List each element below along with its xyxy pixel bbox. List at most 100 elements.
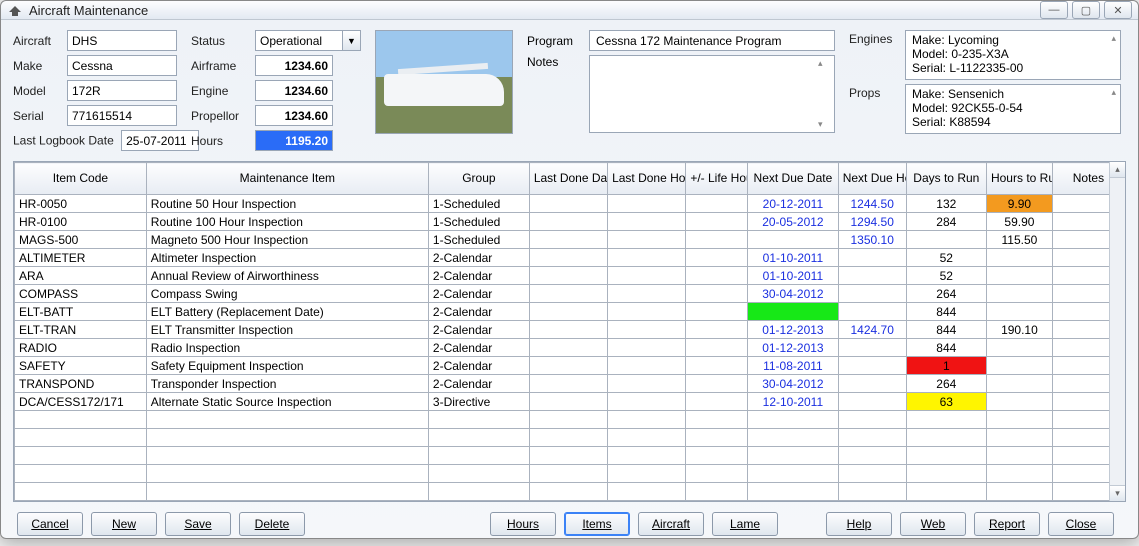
engines-line3: Serial: L-1122335-00 <box>912 61 1114 75</box>
table-row[interactable]: ARAAnnual Review of Airworthiness2-Calen… <box>15 267 1125 285</box>
engines-label: Engines <box>849 32 897 46</box>
table-row[interactable]: ELT-BATTELT Battery (Replacement Date)2-… <box>15 303 1125 321</box>
hours-button[interactable]: Hours <box>490 512 556 536</box>
lastlog-row: Last Logbook Date <box>13 130 177 151</box>
close-button[interactable]: Close <box>1048 512 1114 536</box>
model-input[interactable] <box>67 80 177 101</box>
titlebar: Aircraft Maintenance — ▢ ✕ <box>1 1 1138 20</box>
table-scrollbar[interactable]: ▴ ▾ <box>1109 162 1125 501</box>
help-button[interactable]: Help <box>826 512 892 536</box>
scroll-up-icon[interactable]: ▴ <box>1110 162 1125 178</box>
table-row[interactable]: SAFETYSafety Equipment Inspection2-Calen… <box>15 357 1125 375</box>
new-button[interactable]: New <box>91 512 157 536</box>
notes-textarea[interactable]: ▴▾ <box>589 55 835 133</box>
form-col-program: Program Notes ▴▾ <box>527 30 835 133</box>
table-row[interactable] <box>15 465 1125 483</box>
props-line3: Serial: K88594 <box>912 115 1114 129</box>
lastlog-input[interactable] <box>121 130 199 151</box>
notes-scroll-indicator: ▴▾ <box>818 58 832 130</box>
maximize-button[interactable]: ▢ <box>1072 1 1100 19</box>
lame-button[interactable]: Lame <box>712 512 778 536</box>
table-row[interactable]: ALTIMETERAltimeter Inspection2-Calendar0… <box>15 249 1125 267</box>
items-button[interactable]: Items <box>564 512 630 536</box>
window-title: Aircraft Maintenance <box>29 3 1040 18</box>
form-col-engines: Engines Make: Lycoming Model: 0-235-X3A … <box>849 30 1121 134</box>
engines-caret-icon: ▴ <box>1111 33 1116 44</box>
aircraft-photo <box>375 30 513 134</box>
props-box[interactable]: Make: Sensenich Model: 92CK55-0-54 Seria… <box>905 84 1121 134</box>
serial-label: Serial <box>13 109 61 123</box>
make-input[interactable] <box>67 55 177 76</box>
col-days-to-run[interactable]: Days to Run <box>906 163 986 195</box>
table-row[interactable] <box>15 429 1125 447</box>
lastlog-label: Last Logbook Date <box>13 134 114 148</box>
close-window-button[interactable]: ✕ <box>1104 1 1132 19</box>
scroll-down-icon[interactable]: ▾ <box>1110 485 1125 501</box>
engines-line1: Make: Lycoming <box>912 33 1114 47</box>
button-bar: Cancel New Save Delete Hours Items Aircr… <box>13 502 1126 546</box>
aircraft-label: Aircraft <box>13 34 61 48</box>
table-row[interactable] <box>15 411 1125 429</box>
table-row[interactable]: HR-0050Routine 50 Hour Inspection1-Sched… <box>15 195 1125 213</box>
col-last-done-date[interactable]: Last Done Date <box>529 163 607 195</box>
status-label: Status <box>191 34 249 48</box>
content-area: Aircraft Make Model Serial Last Logbook … <box>1 20 1138 546</box>
airframe-input[interactable] <box>255 55 333 76</box>
props-label: Props <box>849 86 897 100</box>
web-button[interactable]: Web <box>900 512 966 536</box>
props-line1: Make: Sensenich <box>912 87 1114 101</box>
table-header-row: Item Code Maintenance Item Group Last Do… <box>15 163 1125 195</box>
table-row[interactable] <box>15 447 1125 465</box>
delete-button[interactable]: Delete <box>239 512 305 536</box>
hours-label: Hours <box>191 134 249 148</box>
table-row[interactable]: TRANSPONDTransponder Inspection2-Calenda… <box>15 375 1125 393</box>
status-select[interactable] <box>255 30 343 51</box>
col-group[interactable]: Group <box>428 163 529 195</box>
serial-input[interactable] <box>67 105 177 126</box>
airframe-label: Airframe <box>191 59 249 73</box>
notes-label: Notes <box>527 55 581 69</box>
propellor-label: Propellor <box>191 109 249 123</box>
status-select-wrap: ▼ <box>255 30 361 51</box>
col-last-done-hours[interactable]: Last Done Hours <box>608 163 686 195</box>
engines-box[interactable]: Make: Lycoming Model: 0-235-X3A Serial: … <box>905 30 1121 80</box>
report-button[interactable]: Report <box>974 512 1040 536</box>
table-row[interactable]: HR-0100Routine 100 Hour Inspection1-Sche… <box>15 213 1125 231</box>
table-row[interactable]: RADIORadio Inspection2-Calendar01-12-201… <box>15 339 1125 357</box>
save-button[interactable]: Save <box>165 512 231 536</box>
model-label: Model <box>13 84 61 98</box>
col-maintenance-item[interactable]: Maintenance Item <box>146 163 428 195</box>
cancel-button[interactable]: Cancel <box>17 512 83 536</box>
props-line2: Model: 92CK55-0-54 <box>912 101 1114 115</box>
col-item-code[interactable]: Item Code <box>15 163 147 195</box>
col-life-hours[interactable]: +/- Life Hours <box>686 163 748 195</box>
engine-label: Engine <box>191 84 249 98</box>
table-row[interactable]: COMPASSCompass Swing2-Calendar30-04-2012… <box>15 285 1125 303</box>
form-area: Aircraft Make Model Serial Last Logbook … <box>13 30 1126 151</box>
table-row[interactable]: DCA/CESS172/171Alternate Static Source I… <box>15 393 1125 411</box>
col-next-due-hours[interactable]: Next Due Hours <box>838 163 906 195</box>
table-row[interactable]: MAGS-500Magneto 500 Hour Inspection1-Sch… <box>15 231 1125 249</box>
program-label: Program <box>527 34 581 48</box>
col-hours-to-run[interactable]: Hours to Run <box>986 163 1052 195</box>
table-row[interactable] <box>15 483 1125 501</box>
col-next-due-date[interactable]: Next Due Date <box>748 163 839 195</box>
app-window: Aircraft Maintenance — ▢ ✕ Aircraft Make… <box>0 0 1139 539</box>
engines-line2: Model: 0-235-X3A <box>912 47 1114 61</box>
engine-input[interactable] <box>255 80 333 101</box>
maintenance-table-wrap: Item Code Maintenance Item Group Last Do… <box>13 161 1126 502</box>
aircraft-input[interactable] <box>67 30 177 51</box>
status-dropdown-button[interactable]: ▼ <box>343 30 361 51</box>
form-col-identity: Aircraft Make Model Serial Last Logbook … <box>13 30 177 151</box>
program-input[interactable] <box>589 30 835 51</box>
minimize-button[interactable]: — <box>1040 1 1068 19</box>
maintenance-table[interactable]: Item Code Maintenance Item Group Last Do… <box>14 162 1125 501</box>
app-icon <box>7 2 23 18</box>
make-label: Make <box>13 59 61 73</box>
propellor-input[interactable] <box>255 105 333 126</box>
aircraft-button[interactable]: Aircraft <box>638 512 704 536</box>
form-col-hours: Status ▼ Airframe Engine Propellor Hours <box>191 30 361 151</box>
table-row[interactable]: ELT-TRANELT Transmitter Inspection2-Cale… <box>15 321 1125 339</box>
hours-input[interactable] <box>255 130 333 151</box>
props-caret-icon: ▴ <box>1111 87 1116 98</box>
